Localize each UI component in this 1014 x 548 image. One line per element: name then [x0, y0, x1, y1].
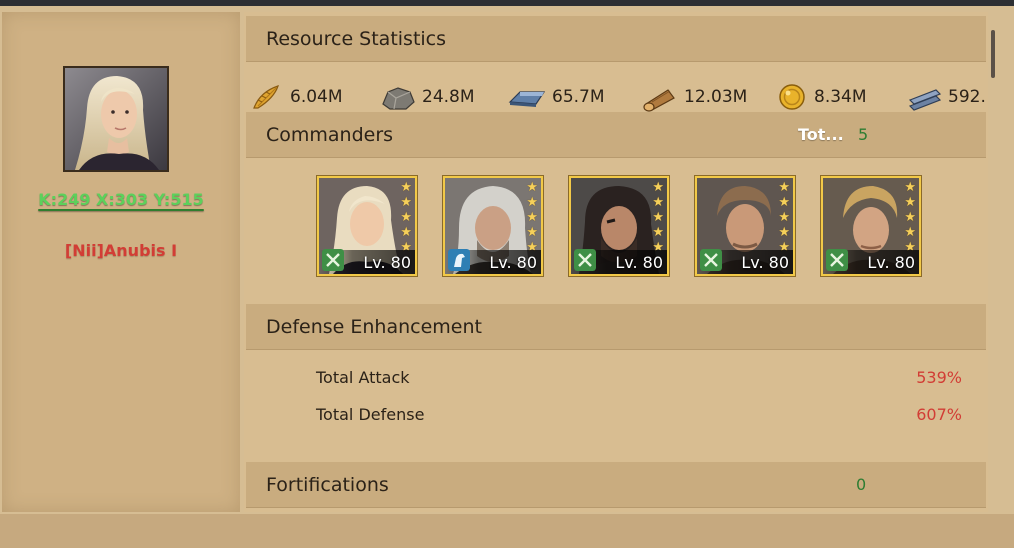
total-defense-label: Total Defense — [316, 405, 425, 424]
resource-stone[interactable]: 24.8M — [380, 82, 475, 112]
wood-icon — [643, 89, 675, 112]
commanders-total-value: 5 — [858, 125, 869, 144]
scrollbar[interactable] — [990, 16, 996, 512]
infantry-icon — [826, 249, 848, 271]
commander-stars: ★ ★ ★ ★ ★ — [652, 180, 664, 255]
resource-statistics-title: Resource Statistics — [266, 28, 447, 50]
commander-level: Lv. 80 — [741, 253, 789, 272]
defense-enhancement-header: Defense Enhancement — [246, 304, 986, 350]
fortifications-value: 0 — [856, 475, 867, 494]
player-name: [Nii]Anubis I — [64, 241, 178, 260]
resource-iron[interactable]: 65.7M — [508, 82, 605, 112]
infantry-icon — [700, 249, 722, 271]
fortifications-header: Fortifications 0 — [246, 462, 986, 508]
bottom-edge — [0, 514, 1014, 548]
commander-level: Lv. 80 — [615, 253, 663, 272]
resource-gold-value: 8.34M — [814, 87, 867, 107]
gold-icon — [779, 84, 805, 110]
stone-icon — [382, 87, 415, 110]
resource-gold[interactable]: 8.34M — [776, 82, 867, 112]
total-attack-value: 539% — [916, 368, 962, 387]
total-attack-label: Total Attack — [316, 368, 410, 387]
resource-steel[interactable]: 592. — [906, 82, 986, 112]
commander-stars: ★ ★ ★ ★ ★ — [526, 180, 538, 255]
iron-icon — [508, 91, 546, 107]
resource-iron-value: 65.7M — [552, 87, 605, 107]
commander-stars: ★ ★ ★ ★ ★ — [400, 180, 412, 255]
resource-stone-value: 24.8M — [422, 87, 475, 107]
commander-level: Lv. 80 — [867, 253, 915, 272]
commanders-total-label: Tot... — [798, 125, 844, 144]
commander-stars: ★ ★ ★ ★ ★ — [904, 180, 916, 255]
cavalry-icon — [448, 249, 470, 271]
player-coordinates-link[interactable]: K:249 X:303 Y:515 — [2, 190, 240, 209]
commander-card[interactable]: ★ ★ ★ ★ ★ Lv. 80 — [443, 176, 543, 276]
resource-statistics-header: Resource Statistics — [246, 16, 986, 62]
resource-wood-value: 12.03M — [684, 87, 748, 107]
defense-enhancement-title: Defense Enhancement — [266, 316, 482, 338]
food-icon — [253, 85, 279, 109]
infantry-icon — [322, 249, 344, 271]
steel-icon — [908, 89, 942, 111]
commander-card[interactable]: ★ ★ ★ ★ ★ Lv. 80 — [317, 176, 417, 276]
resource-food-value: 6.04M — [290, 87, 343, 107]
commander-card[interactable]: ★ ★ ★ ★ ★ Lv. 80 — [821, 176, 921, 276]
total-defense-value: 607% — [916, 405, 962, 424]
resource-wood[interactable]: 12.03M — [640, 82, 747, 112]
commander-card[interactable]: ★ ★ ★ ★ ★ Lv. 80 — [695, 176, 795, 276]
commanders-title: Commanders — [266, 124, 394, 146]
details-panel: Resource Statistics 6.04M 24.8M 65.7M 12… — [244, 12, 988, 512]
player-panel: K:249 X:303 Y:515 [Nii]Anubis I — [2, 12, 240, 512]
commander-level: Lv. 80 — [489, 253, 537, 272]
avatar-image — [65, 68, 167, 170]
commander-card[interactable]: ★ ★ ★ ★ ★ Lv. 80 — [569, 176, 669, 276]
fortifications-title: Fortifications — [266, 474, 389, 496]
commanders-header: Commanders Tot... 5 — [246, 112, 986, 158]
resource-food[interactable]: 6.04M — [250, 82, 343, 112]
scrollbar-thumb[interactable] — [991, 30, 995, 78]
resource-steel-value: 592. — [948, 87, 986, 107]
player-avatar[interactable] — [63, 66, 169, 172]
commander-stars: ★ ★ ★ ★ ★ — [778, 180, 790, 255]
infantry-icon — [574, 249, 596, 271]
commander-level: Lv. 80 — [363, 253, 411, 272]
